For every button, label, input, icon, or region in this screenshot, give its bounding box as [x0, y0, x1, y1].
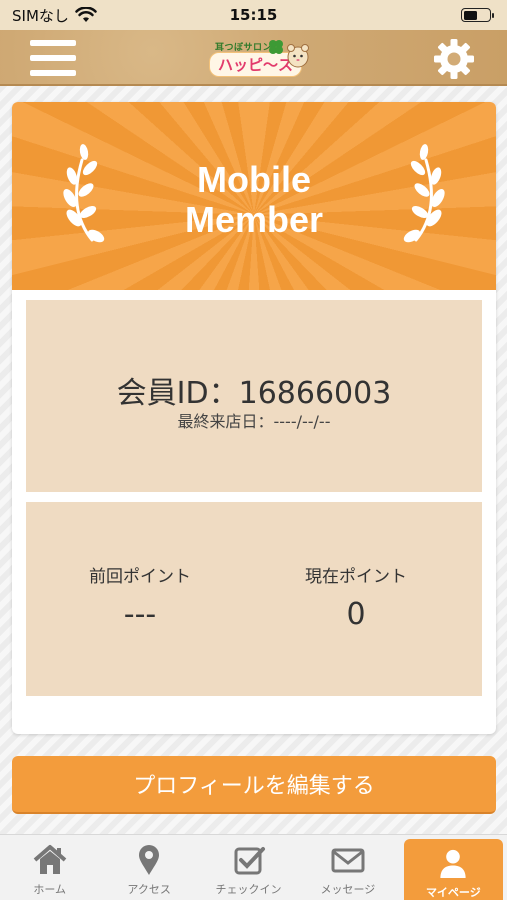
tab-access[interactable]: アクセス: [99, 835, 198, 900]
tab-bar: ホーム アクセス チェックイン メッセージ マイページ: [0, 834, 507, 900]
member-card: Mobile Member 会員ID：16866003 最終来店日：----/-…: [12, 102, 496, 734]
status-left: SIMなし: [12, 5, 97, 26]
clover-icon: [269, 40, 283, 54]
wifi-icon: [75, 7, 97, 22]
carrier-label: SIMなし: [12, 6, 69, 25]
user-icon: [440, 849, 466, 879]
envelope-icon: [331, 848, 365, 873]
tab-label: マイページ: [425, 886, 481, 899]
previous-points: 前回ポイント ---: [26, 562, 254, 632]
status-bar: SIMなし 15:15: [0, 0, 507, 30]
location-pin-icon: [139, 845, 160, 875]
app-logo: 耳つぼサロン ハッピ〜ス: [205, 36, 315, 80]
tab-label: メッセージ: [320, 883, 376, 896]
points-panel: 前回ポイント --- 現在ポイント 0: [26, 502, 482, 696]
laurel-icon: [403, 144, 445, 243]
previous-points-value: ---: [123, 597, 157, 632]
hamburger-icon-bar: [30, 55, 76, 61]
tab-mypage[interactable]: マイページ: [403, 839, 504, 900]
hamburger-icon-bar: [30, 70, 76, 76]
tab-label: アクセス: [127, 883, 171, 896]
member-id-panel: 会員ID：16866003 最終来店日：----/--/--: [26, 300, 482, 492]
last-visit-date: 最終来店日：----/--/--: [177, 412, 331, 431]
current-points-value: 0: [346, 597, 366, 632]
current-points: 現在ポイント 0: [242, 562, 470, 632]
battery-icon: [461, 8, 494, 22]
edit-profile-button[interactable]: プロフィールを編集する: [12, 756, 496, 814]
hamburger-icon-bar: [30, 40, 76, 46]
gear-icon[interactable]: [432, 37, 476, 81]
menu-button[interactable]: [30, 40, 76, 76]
member-id-value: 16866003: [238, 376, 392, 411]
hamster-icon: [287, 44, 309, 68]
current-points-label: 現在ポイント: [305, 567, 407, 587]
tab-messages[interactable]: メッセージ: [298, 835, 397, 900]
checkbox-icon: [234, 847, 265, 875]
app-header: 耳つぼサロン ハッピ〜ス: [0, 30, 507, 86]
tab-home[interactable]: ホーム: [0, 835, 99, 900]
member-banner: Mobile Member: [12, 102, 496, 290]
previous-points-label: 前回ポイント: [89, 567, 191, 587]
member-id-label: 会員ID：: [116, 376, 239, 411]
member-id: 会員ID：16866003: [26, 368, 482, 412]
tab-label: チェックイン: [215, 883, 282, 896]
tab-label: ホーム: [33, 883, 67, 896]
tab-checkin[interactable]: チェックイン: [199, 835, 298, 900]
home-icon: [33, 845, 67, 874]
